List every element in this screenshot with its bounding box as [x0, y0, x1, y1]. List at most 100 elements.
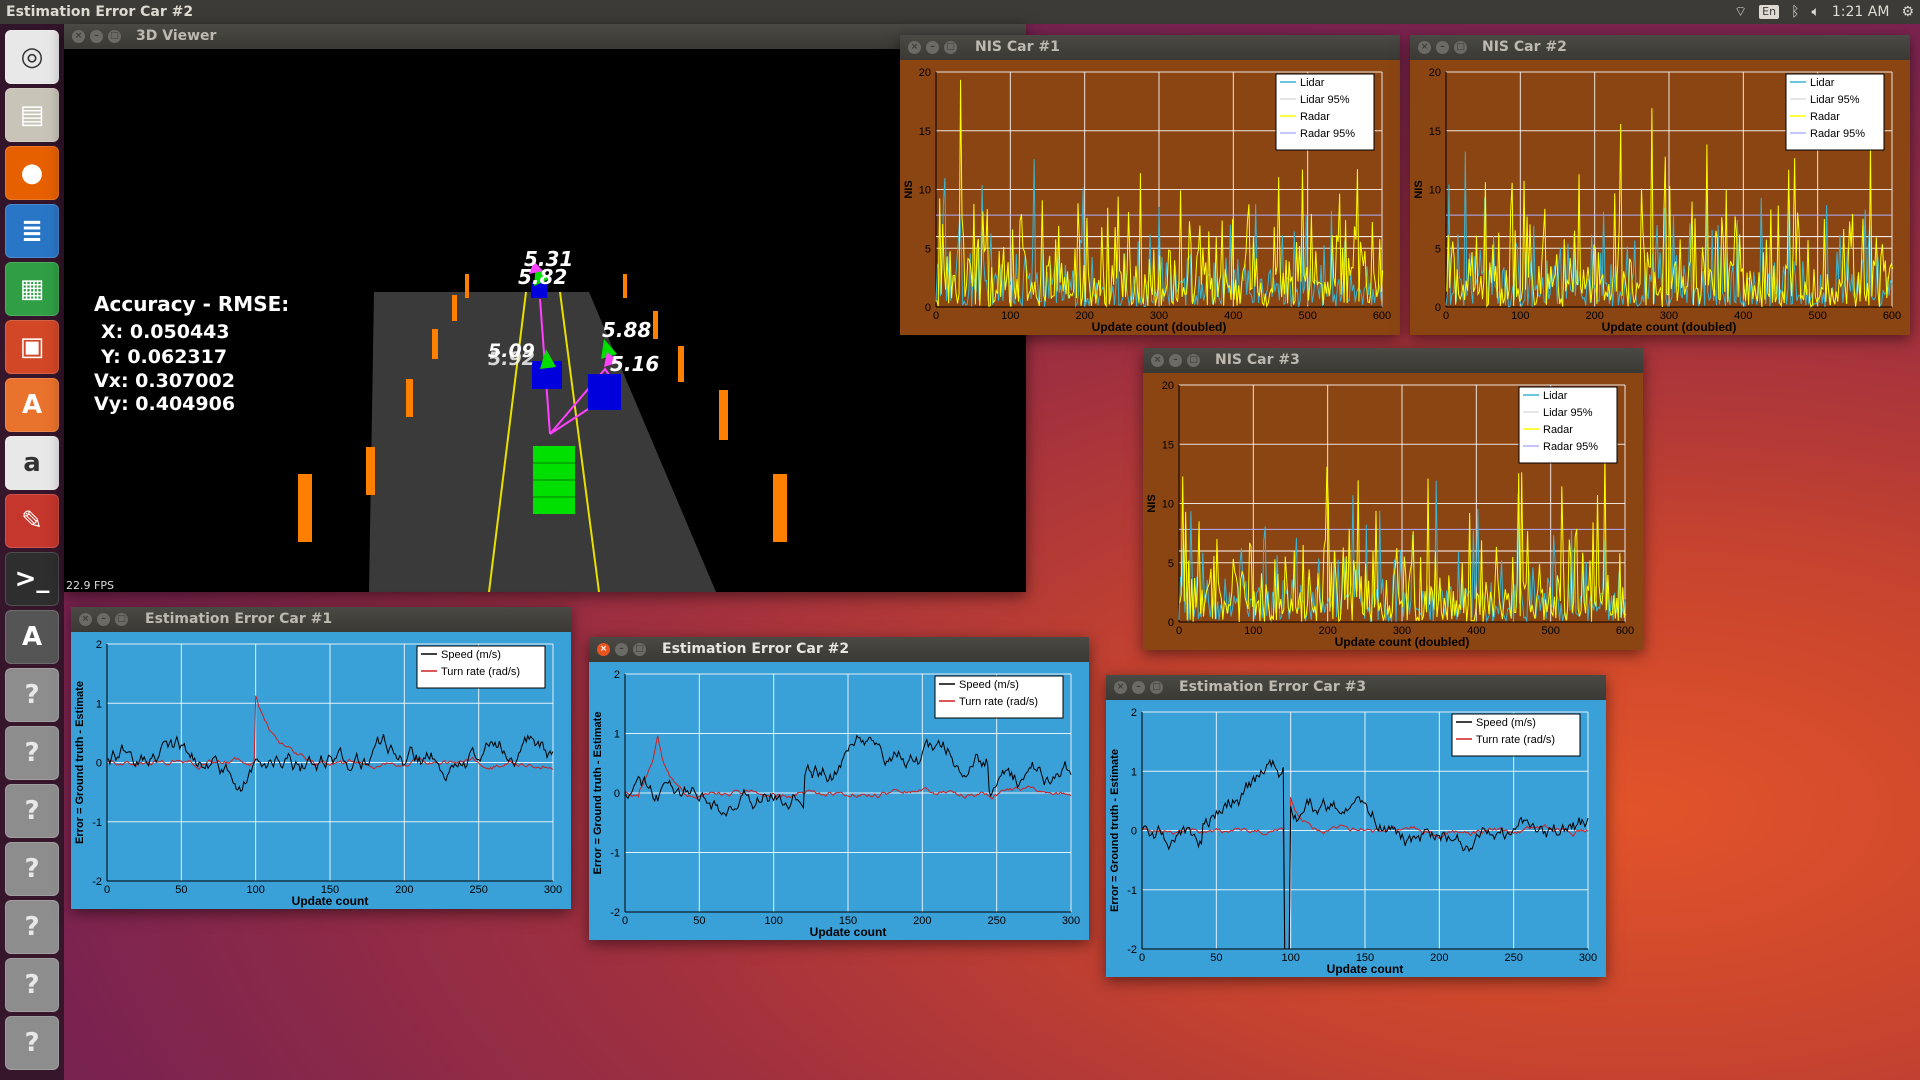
nis-car-1-plot: 0 100 200 300 400 500 600 0 5 10 15 20 Update count … — [900, 60, 1400, 335]
x-tick-label: 0 — [622, 915, 628, 927]
x-tick-label: 100 — [1244, 625, 1262, 637]
unknown-app-icon[interactable]: ? — [5, 900, 59, 954]
files-icon[interactable]: ▤ — [5, 88, 59, 142]
minimize-button[interactable]: – — [1169, 354, 1182, 367]
close-button[interactable]: × — [1114, 681, 1127, 694]
y-axis-label: NIS — [903, 180, 915, 198]
error-car-3-plot: 0 50 100 150 200 250 300 -2 -1 0 1 2 Update count Err… — [1106, 700, 1606, 977]
unknown-app-icon[interactable]: ? — [5, 726, 59, 780]
viewer-canvas[interactable]: Accuracy - RMSE: X: 0.050443 Y: 0.062317… — [64, 49, 1026, 592]
maximize-button[interactable]: □ — [633, 643, 646, 656]
nis-car-3-title: NIS Car #3 — [1215, 352, 1300, 368]
writer-icon[interactable]: ≣ — [5, 204, 59, 258]
y-tick-label: 2 — [614, 669, 620, 681]
maximize-button[interactable]: □ — [115, 613, 128, 626]
nis-car-3-titlebar[interactable]: × – □ NIS Car #3 — [1143, 348, 1643, 373]
terminal-icon[interactable]: >_ — [5, 552, 59, 606]
amazon-icon[interactable]: a — [5, 436, 59, 490]
legend-label: Lidar 95% — [1300, 94, 1350, 106]
ubuntu-dash-icon[interactable]: ◎ — [5, 30, 59, 84]
maximize-button[interactable]: □ — [108, 30, 121, 43]
y-tick-label: 1 — [96, 698, 102, 710]
y-axis-label: Error = Ground truth - Estimate — [592, 712, 604, 875]
error-car-1-titlebar[interactable]: × – □ Estimation Error Car #1 — [71, 607, 571, 632]
legend-label: Radar 95% — [1300, 128, 1355, 140]
x-tick-label: 500 — [1808, 310, 1826, 322]
maximize-button[interactable]: □ — [1187, 354, 1200, 367]
maximize-button[interactable]: □ — [1150, 681, 1163, 694]
rmse-vy: Vy: 0.404906 — [94, 393, 236, 415]
firefox-icon[interactable]: ● — [5, 146, 59, 200]
impress-icon[interactable]: ▣ — [5, 320, 59, 374]
x-tick-label: 50 — [693, 915, 705, 927]
x-tick-label: 0 — [1443, 310, 1449, 322]
close-button[interactable]: × — [79, 613, 92, 626]
settings-icon[interactable]: ✎ — [5, 494, 59, 548]
minimize-button[interactable]: – — [1132, 681, 1145, 694]
x-tick-label: 50 — [1210, 952, 1222, 964]
x-tick-label: 400 — [1734, 310, 1752, 322]
traffic-cone — [452, 295, 457, 321]
maximize-button[interactable]: □ — [1454, 41, 1467, 54]
minimize-button[interactable]: – — [90, 30, 103, 43]
x-tick-label: 300 — [544, 884, 562, 896]
x-tick-label: 200 — [913, 915, 931, 927]
legend-label: Turn rate (rad/s) — [1476, 734, 1555, 746]
y-tick-label: 0 — [1131, 826, 1137, 838]
legend-label: Radar — [1300, 111, 1330, 123]
unknown-app-icon[interactable]: ? — [5, 784, 59, 838]
updater-icon[interactable]: A — [5, 610, 59, 664]
legend-label: Radar — [1810, 111, 1840, 123]
software-center-icon[interactable]: A — [5, 378, 59, 432]
close-button[interactable]: × — [72, 30, 85, 43]
close-button[interactable]: × — [597, 643, 610, 656]
volume-icon[interactable]: 🔈︎ — [1811, 0, 1819, 24]
traffic-cone — [432, 329, 438, 359]
error-car-2-title: Estimation Error Car #2 — [662, 641, 850, 657]
viewer-title: 3D Viewer — [136, 28, 217, 44]
y-tick-label: 15 — [919, 126, 931, 138]
nis-car-1-titlebar[interactable]: × – □ NIS Car #1 — [900, 35, 1400, 60]
error-car-3-titlebar[interactable]: × – □ Estimation Error Car #3 — [1106, 675, 1606, 700]
unknown-app-icon[interactable]: ? — [5, 1016, 59, 1070]
close-button[interactable]: × — [908, 41, 921, 54]
nis-car-2-window: × – □ NIS Car #2 0 100 200 300 400 500 600 0 5 10… — [1410, 35, 1910, 335]
error-car-1-title: Estimation Error Car #1 — [145, 611, 333, 627]
x-tick-label: 600 — [1373, 310, 1391, 322]
unknown-app-icon[interactable]: ? — [5, 958, 59, 1012]
y-tick-label: 15 — [1162, 439, 1174, 451]
traffic-cone — [465, 274, 469, 298]
nis-car-2-titlebar[interactable]: × – □ NIS Car #2 — [1410, 35, 1910, 60]
close-button[interactable]: × — [1151, 354, 1164, 367]
legend-label: Lidar — [1810, 77, 1835, 89]
keyboard-layout-indicator[interactable]: En — [1759, 5, 1780, 19]
minimize-button[interactable]: – — [926, 41, 939, 54]
legend-label: Lidar — [1543, 390, 1568, 402]
x-tick-label: 400 — [1467, 625, 1485, 637]
viewer-titlebar[interactable]: × – □ 3D Viewer — [64, 24, 1026, 49]
calc-icon[interactable]: ▦ — [5, 262, 59, 316]
bluetooth-icon[interactable]: ᛒ — [1791, 0, 1799, 24]
unknown-app-icon[interactable]: ? — [5, 842, 59, 896]
nis-car-3-plot: 0 100 200 300 400 500 600 0 5 10 15 20 Update count … — [1143, 373, 1643, 650]
x-tick-label: 300 — [1062, 915, 1080, 927]
maximize-button[interactable]: □ — [944, 41, 957, 54]
nis-car-2-plot: 0 100 200 300 400 500 600 0 5 10 15 20 Update count … — [1410, 60, 1910, 335]
close-button[interactable]: × — [1418, 41, 1431, 54]
x-axis-label: Update count — [810, 925, 887, 939]
minimize-button[interactable]: – — [1436, 41, 1449, 54]
gear-icon[interactable]: ⚙ — [1901, 0, 1914, 24]
traffic-cone — [298, 474, 312, 542]
marker-label: 5.92 — [488, 348, 535, 370]
minimize-button[interactable]: – — [97, 613, 110, 626]
y-tick-label: 5 — [1435, 243, 1441, 255]
rmse-title: Accuracy - RMSE: — [94, 292, 290, 316]
unknown-app-icon[interactable]: ? — [5, 668, 59, 722]
wifi-icon[interactable]: ⌔ — [1734, 0, 1747, 24]
active-window-title: Estimation Error Car #2 — [6, 4, 194, 20]
system-tray: ⌔ En ᛒ 🔈︎ 1:21 AM ⚙ — [1734, 0, 1914, 24]
clock[interactable]: 1:21 AM — [1832, 0, 1890, 24]
error-car-2-titlebar[interactable]: × – □ Estimation Error Car #2 — [589, 637, 1089, 662]
x-axis-label: Update count (doubled) — [1092, 320, 1227, 334]
minimize-button[interactable]: – — [615, 643, 628, 656]
